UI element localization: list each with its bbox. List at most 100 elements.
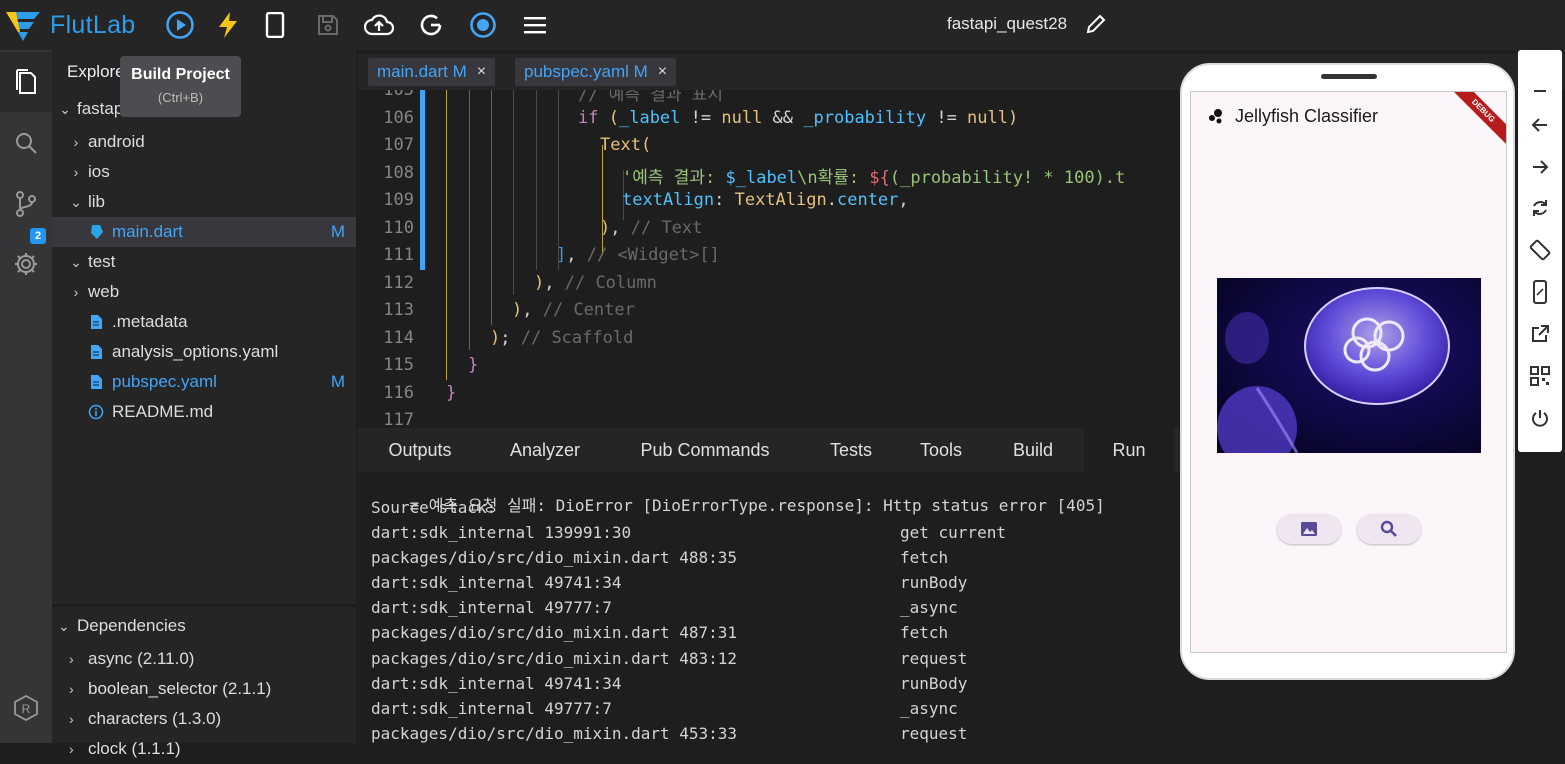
- tree-item-label: main.dart: [112, 222, 183, 241]
- indent-guide: [446, 90, 447, 380]
- search-icon: [16, 133, 37, 154]
- pick-image-button[interactable]: [1277, 514, 1341, 544]
- tree-item[interactable]: README.md: [52, 397, 356, 427]
- stack-function: fetch: [900, 623, 949, 643]
- qr-code-button[interactable]: [1518, 356, 1562, 396]
- dependencies-header[interactable]: ⌄ Dependencies: [52, 611, 356, 641]
- tree-item[interactable]: › android: [52, 127, 356, 157]
- record-icon: [470, 12, 496, 38]
- rename-project-button[interactable]: [1085, 13, 1107, 35]
- rotate-button[interactable]: [1518, 230, 1562, 270]
- refresh-button[interactable]: [1518, 188, 1562, 228]
- file-icon: [85, 314, 107, 330]
- stack-function: request: [900, 648, 968, 668]
- debug-banner: DEBUG: [1446, 92, 1506, 148]
- dependency-item[interactable]: › clock (1.1.1): [52, 734, 356, 764]
- tab-tests[interactable]: Tests: [802, 428, 900, 472]
- jellyfish-image: [1217, 278, 1481, 453]
- info-icon: [85, 404, 107, 420]
- settings-activity-button[interactable]: [0, 234, 52, 294]
- device-frame-button[interactable]: [1518, 272, 1562, 312]
- tab-main-dart[interactable]: main.dart M ×: [368, 58, 496, 86]
- tree-item[interactable]: analysis_options.yaml: [52, 337, 356, 367]
- tree-item[interactable]: pubspec.yaml M: [52, 367, 356, 397]
- tab-analyzer[interactable]: Analyzer: [482, 428, 608, 472]
- tree-item[interactable]: ⌄ lib: [52, 187, 356, 217]
- stack-function: runBody: [900, 673, 968, 693]
- search-activity-button[interactable]: [0, 113, 52, 173]
- menu-button[interactable]: [518, 8, 552, 42]
- stack-location: dart:sdk_internal 49777:7: [371, 698, 612, 718]
- refresh-icon: [1533, 200, 1547, 216]
- cloud-upload-icon: [364, 14, 394, 36]
- tree-item-label: web: [88, 282, 120, 301]
- indent-guide: [536, 90, 537, 270]
- build-button[interactable]: [211, 8, 245, 42]
- tree-item-label: android: [88, 132, 145, 151]
- stack-location: dart:sdk_internal 49741:34: [371, 573, 622, 593]
- record-button[interactable]: [466, 8, 500, 42]
- indent-guide: [491, 90, 492, 325]
- tab-tools[interactable]: Tools: [900, 428, 982, 472]
- r-activity-button[interactable]: R: [0, 678, 52, 738]
- file-explorer: Explore ⌄ fastap › android › ios ⌄ lib main.dart…: [52, 50, 356, 604]
- run-console[interactable]: ≡ 예측 요청 실패: DioError [DioErrorType.respo…: [358, 472, 1180, 743]
- phone-speaker: [1321, 74, 1377, 79]
- tab-pubspec-yaml[interactable]: pubspec.yaml M ×: [515, 58, 677, 86]
- indent-guide: [558, 90, 559, 270]
- dart-file-icon: [85, 224, 107, 240]
- tab-pub-commands[interactable]: Pub Commands: [608, 428, 802, 472]
- open-external-icon: [1532, 325, 1549, 342]
- classify-button[interactable]: [1357, 514, 1421, 544]
- tooltip-shortcut: (Ctrl+B): [157, 90, 204, 105]
- code-editor[interactable]: 105 // 예측 결과 표시 106 if (_label != null && _…: [358, 90, 1180, 426]
- tree-item[interactable]: ⌄ test: [52, 247, 356, 277]
- stack-function: _async: [900, 598, 958, 618]
- flutlab-logo[interactable]: FlutLab: [4, 8, 154, 42]
- explorer-activity-button[interactable]: [0, 52, 52, 112]
- chevron-right-icon: ›: [69, 711, 74, 727]
- dependency-label: boolean_selector (2.1.1): [88, 679, 272, 698]
- line-number: 107: [383, 135, 414, 155]
- close-icon[interactable]: ×: [658, 63, 667, 81]
- google-icon: [420, 14, 442, 36]
- rotate-icon: [1529, 239, 1551, 261]
- modified-lines-marker: [420, 90, 425, 270]
- stack-location: packages/dio/src/dio_mixin.dart 487:31: [371, 623, 738, 643]
- power-button[interactable]: [1518, 398, 1562, 438]
- dependency-item[interactable]: › characters (1.3.0): [52, 704, 356, 734]
- cloud-upload-button[interactable]: [362, 8, 396, 42]
- minimize-button[interactable]: [1518, 70, 1562, 110]
- open-external-button[interactable]: [1518, 314, 1562, 354]
- tab-run[interactable]: Run: [1084, 428, 1174, 472]
- tooltip-title: Build Project: [131, 66, 230, 83]
- stack-location: dart:sdk_internal 139991:30: [371, 523, 632, 542]
- device-button[interactable]: [258, 8, 292, 42]
- google-button[interactable]: [414, 8, 448, 42]
- source-control-activity-button[interactable]: [0, 174, 52, 234]
- line-number: 106: [383, 107, 414, 128]
- dependencies-title: Dependencies: [77, 616, 186, 635]
- dependency-item[interactable]: › boolean_selector (2.1.1): [52, 674, 356, 704]
- tree-item[interactable]: › ios: [52, 157, 356, 187]
- tree-item-label: test: [88, 252, 116, 271]
- close-icon[interactable]: ×: [477, 63, 486, 81]
- run-button[interactable]: [163, 8, 197, 42]
- forward-button[interactable]: [1518, 147, 1562, 187]
- back-button[interactable]: [1518, 105, 1562, 145]
- flutlab-logo-icon: [4, 8, 42, 42]
- git-branch-icon: [16, 191, 36, 217]
- tab-outputs[interactable]: Outputs: [358, 428, 482, 472]
- tree-item[interactable]: main.dart M: [52, 217, 356, 247]
- indent-guide: [513, 90, 514, 295]
- tab-build[interactable]: Build: [982, 428, 1084, 472]
- save-button[interactable]: [311, 8, 345, 42]
- stack-location: dart:sdk_internal 49777:7: [371, 598, 612, 618]
- dependency-label: characters (1.3.0): [88, 709, 222, 728]
- dependency-item[interactable]: › async (2.11.0): [52, 644, 356, 674]
- tree-item[interactable]: › web: [52, 277, 356, 307]
- app-title: Jellyfish Classifier: [1235, 106, 1379, 126]
- chevron-down-icon: ⌄: [70, 253, 82, 270]
- tree-item[interactable]: .metadata: [52, 307, 356, 337]
- device-frame-icon: [1533, 280, 1547, 304]
